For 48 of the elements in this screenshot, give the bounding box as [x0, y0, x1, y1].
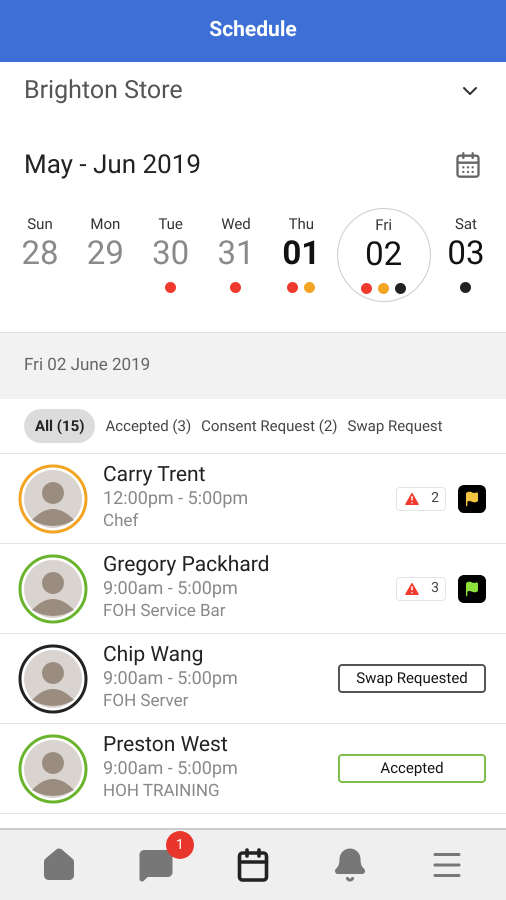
header-title: Schedule [209, 17, 297, 44]
date-number: 01 [282, 234, 320, 274]
date-number: 03 [447, 234, 485, 274]
month-label: May - Jun 2019 [24, 148, 201, 182]
filter-tab[interactable]: Consent Request (2) [201, 408, 338, 444]
weekday-label: Tue [158, 214, 183, 234]
shift-time: 9:00am - 5:00pm [103, 667, 239, 690]
employee-name: Chip Wang [103, 644, 204, 667]
weekday-label: Thu [288, 214, 314, 234]
filter-tab[interactable]: All (15) [24, 408, 96, 444]
day-item[interactable]: Sun 28 [10, 214, 70, 332]
store-name: Brighton Store [24, 75, 183, 108]
filter-tab[interactable]: Swap Request [347, 408, 443, 444]
shift-role: Chef [103, 510, 140, 533]
employee-name: Gregory Packhard [103, 554, 271, 577]
shift-role: HOH TRAINING [103, 780, 221, 803]
weekday-label: Wed [221, 214, 251, 234]
weekday-label: Fri [375, 215, 392, 235]
date-number: 31 [217, 234, 255, 274]
employee-name: Carry Trent [103, 464, 207, 487]
day-item[interactable]: Mon 29 [75, 214, 136, 332]
day-item[interactable]: Fri 02 [336, 208, 431, 302]
status-tag: Swap Requested [338, 664, 486, 693]
warning-count: 3 [431, 579, 439, 598]
unread-badge: 1 [166, 831, 194, 859]
shift-time: 9:00am - 5:00pm [103, 577, 239, 600]
shift-time: 9:00am - 5:00pm [103, 757, 239, 780]
filter-tab[interactable]: Accepted (3) [105, 408, 192, 444]
date-number: 02 [365, 235, 402, 275]
date-heading: Fri 02 June 2019 [24, 354, 150, 378]
date-number: 28 [21, 234, 59, 274]
warning-count: 2 [431, 489, 439, 508]
weekday-label: Sun [27, 214, 53, 234]
shift-role: FOH Server [103, 690, 190, 713]
status-tag: Accepted [338, 754, 486, 783]
shift-role: FOH Service Bar [103, 600, 227, 623]
weekday-label: Sat [454, 214, 477, 234]
day-item[interactable]: Wed 31 [206, 214, 266, 332]
day-item[interactable]: Tue 30 [140, 214, 201, 332]
employee-name: Preston West [103, 734, 229, 757]
day-item[interactable]: Thu 01 [271, 214, 332, 332]
flag-icon[interactable] [458, 484, 486, 512]
date-number: 30 [152, 234, 190, 274]
flag-icon[interactable] [458, 574, 486, 602]
shift-time: 12:00pm - 5:00pm [103, 487, 250, 510]
day-item[interactable]: Sat 03 [436, 214, 496, 332]
weekday-label: Mon [90, 214, 120, 234]
date-number: 29 [86, 234, 124, 274]
